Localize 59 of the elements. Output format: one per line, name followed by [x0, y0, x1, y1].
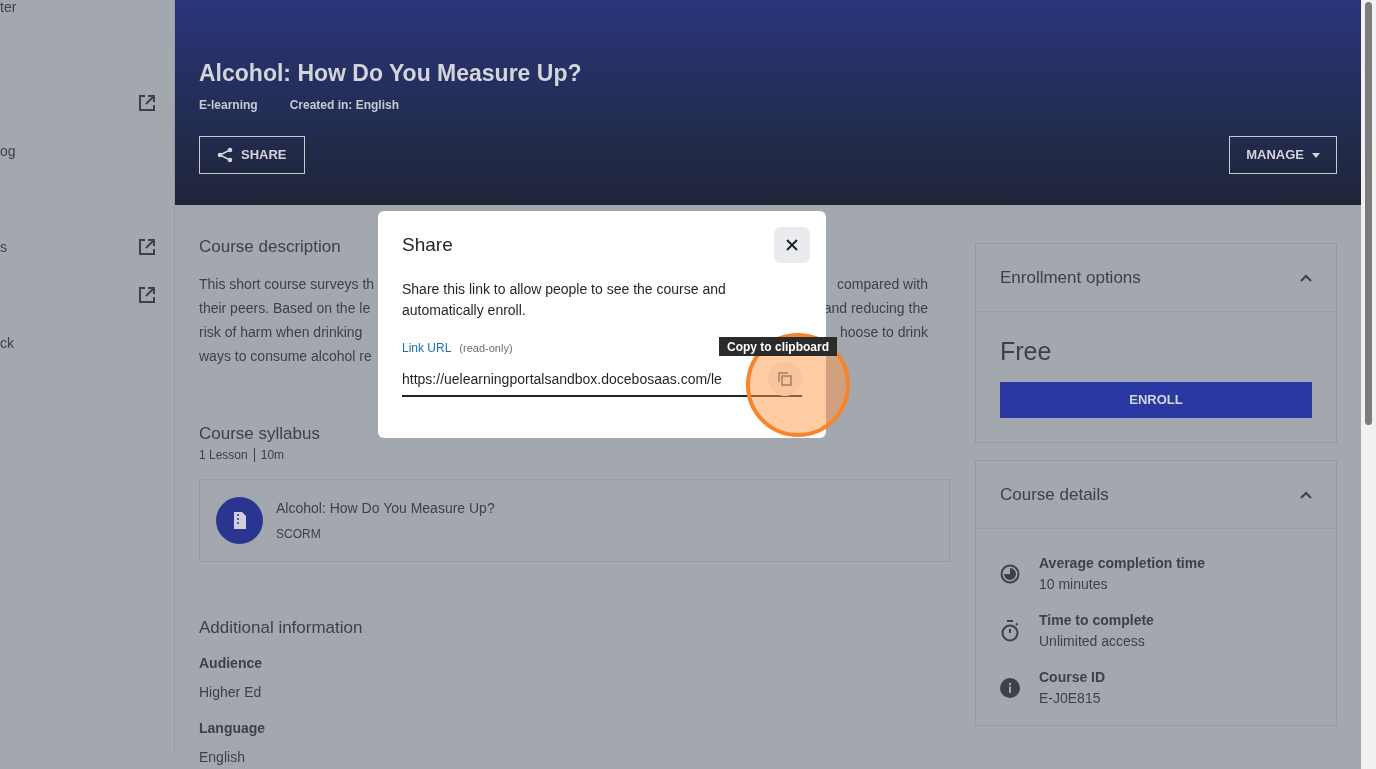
external-link-icon [138, 94, 156, 112]
description-text: risk of harm when drinking [199, 323, 363, 342]
caret-icon [1312, 152, 1320, 158]
enroll-button[interactable]: ENROLL [1000, 382, 1312, 418]
chevron-up-icon[interactable] [1300, 490, 1312, 499]
info-icon [1000, 678, 1020, 698]
card-heading: Course details [1000, 483, 1109, 506]
external-link-icon [138, 238, 156, 256]
sidebar-item[interactable]: ck [0, 319, 174, 367]
sidebar-item[interactable]: s [0, 223, 174, 271]
share-icon [217, 147, 233, 163]
field-note: (read-only) [459, 341, 513, 356]
external-link-icon [138, 286, 156, 304]
info-value: Higher Ed [199, 683, 263, 702]
section-heading: Course syllabus [199, 424, 320, 444]
dialog-title: Share [402, 232, 453, 257]
info-label: Language [199, 719, 267, 738]
card-heading: Enrollment options [1000, 266, 1141, 289]
info-value: English [199, 748, 246, 767]
clock-icon [1000, 564, 1020, 584]
description-text: hoose to drink [840, 323, 928, 342]
lesson-icon [216, 497, 263, 544]
section-heading: Course description [199, 237, 341, 257]
course-meta: Created in: English [289, 97, 400, 114]
scrollbar[interactable] [1361, 0, 1376, 769]
sidebar-item[interactable]: og [0, 127, 174, 175]
lesson-count: 1 Lesson [199, 447, 248, 464]
copy-icon [778, 372, 792, 386]
description-text: their peers. Based on the le [199, 299, 371, 318]
lesson-title: Alcohol: How Do You Measure Up? [276, 499, 495, 518]
field-label: Link URL [402, 340, 452, 357]
description-text: ways to consume alcohol re [199, 347, 372, 366]
lesson-type: SCORM [276, 526, 322, 543]
close-button[interactable] [774, 227, 810, 263]
url-field[interactable]: https://uelearningportalsandbox.docebosaas.com/le [402, 363, 802, 397]
detail-label: Time to complete [1039, 611, 1154, 630]
copy-button[interactable] [768, 362, 802, 396]
description-text: compared with [836, 275, 928, 294]
tooltip: Copy to clipboard [719, 337, 837, 356]
sidebar-item[interactable]: ter [0, 0, 174, 31]
manage-button[interactable]: MANAGE [1229, 136, 1337, 174]
detail-value: Unlimited access [1039, 632, 1146, 651]
share-button[interactable]: SHARE [199, 136, 305, 174]
stopwatch-icon [1000, 620, 1020, 642]
dialog-message: Share this link to allow people to see the course and automatically enroll. [402, 280, 727, 320]
description-text: This short course surveys th [199, 275, 375, 294]
chevron-up-icon[interactable] [1300, 273, 1312, 282]
section-heading: Additional information [199, 618, 363, 638]
detail-label: Course ID [1039, 668, 1106, 687]
detail-value: 10 minutes [1039, 575, 1109, 594]
info-label: Audience [199, 654, 263, 673]
detail-value: E-J0E815 [1039, 689, 1102, 708]
course-meta: E-learning [199, 97, 258, 114]
course-title: Alcohol: How Do You Measure Up? [199, 59, 583, 88]
close-icon [786, 239, 798, 251]
lesson-card[interactable]: Alcohol: How Do You Measure Up? SCORM [199, 479, 950, 562]
duration: 10m [260, 447, 285, 464]
detail-label: Average completion time [1039, 554, 1205, 573]
price: Free [1000, 336, 1053, 366]
